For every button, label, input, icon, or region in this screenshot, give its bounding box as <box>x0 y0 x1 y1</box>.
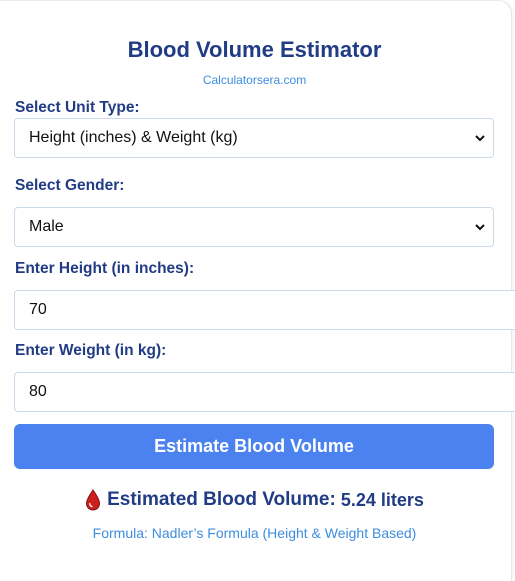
page-title: Blood Volume Estimator <box>127 37 382 62</box>
unit-type-select[interactable]: Height (inches) & Weight (kg) <box>14 118 494 158</box>
gender-select[interactable]: Male <box>14 207 494 247</box>
blood-drop-icon <box>86 489 101 511</box>
result-value: 5.24 liters <box>340 489 424 510</box>
result-label: Estimated Blood Volume: <box>107 489 336 510</box>
height-label: Enter Height (in inches): <box>15 260 195 277</box>
weight-value: 80 <box>29 383 47 400</box>
weight-input[interactable]: 80 <box>14 372 515 412</box>
height-value: 70 <box>29 301 47 318</box>
weight-label: Enter Weight (in kg): <box>15 342 167 359</box>
chevron-down-icon <box>475 135 485 142</box>
gender-label: Select Gender: <box>15 177 125 194</box>
calculator-card: Blood Volume Estimator Calculatorsera.co… <box>0 0 515 581</box>
unit-type-value: Height (inches) & Weight (kg) <box>29 129 238 146</box>
chevron-down-icon <box>475 224 485 231</box>
site-credit-link[interactable]: Calculatorsera.com <box>0 73 509 87</box>
result-line: Estimated Blood Volume: 5.24 liters <box>0 489 509 511</box>
estimate-button[interactable]: Estimate Blood Volume <box>14 424 494 469</box>
height-input[interactable]: 70 <box>14 290 515 330</box>
formula-note: Formula: Nadler’s Formula (Height & Weig… <box>92 525 417 541</box>
unit-type-label: Select Unit Type: <box>15 99 140 116</box>
gender-value: Male <box>29 218 64 235</box>
